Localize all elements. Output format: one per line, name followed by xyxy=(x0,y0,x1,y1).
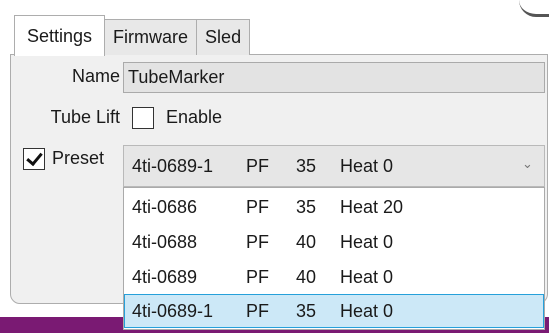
preset-dropdown-list: 4ti-0686 PF 35 Heat 20 4ti-0688 PF 40 He… xyxy=(123,187,545,330)
preset-option[interactable]: 4ti-0689 PF 40 Heat 0 xyxy=(124,260,544,294)
tube-lift-label: Tube Lift xyxy=(50,107,120,127)
preset-selected-num: 35 xyxy=(296,156,317,176)
tab-settings-label: Settings xyxy=(27,26,93,46)
tab-firmware[interactable]: Firmware xyxy=(104,19,198,55)
name-label: Name xyxy=(71,66,120,86)
tab-sled-label: Sled xyxy=(205,27,242,47)
option-type: PF xyxy=(246,197,270,217)
tab-bar: Settings Firmware Sled xyxy=(14,15,251,56)
preset-label: Preset xyxy=(52,148,105,168)
option-type: PF xyxy=(246,267,270,287)
option-num: 35 xyxy=(296,301,317,321)
tab-settings[interactable]: Settings xyxy=(14,15,106,56)
preset-selected-id: 4ti-0689-1 xyxy=(132,156,214,176)
tab-firmware-label: Firmware xyxy=(113,27,189,47)
option-num: 40 xyxy=(296,232,317,252)
option-type: PF xyxy=(246,301,270,321)
option-heat: Heat 0 xyxy=(340,232,394,252)
option-num: 40 xyxy=(296,267,317,287)
preset-combobox[interactable]: 4ti-0689-1 PF 35 Heat 0 ⌄ xyxy=(123,145,545,187)
tube-lift-enable-label: Enable xyxy=(166,107,223,127)
option-type: PF xyxy=(246,232,270,252)
option-id: 4ti-0689 xyxy=(132,267,198,287)
preset-option[interactable]: 4ti-0688 PF 40 Heat 0 xyxy=(124,225,544,259)
preset-option-selected[interactable]: 4ti-0689-1 PF 35 Heat 0 xyxy=(124,294,544,328)
chevron-down-icon[interactable]: ⌄ xyxy=(522,156,533,172)
option-num: 35 xyxy=(296,197,317,217)
option-heat: Heat 20 xyxy=(340,197,404,217)
name-field[interactable]: TubeMarker xyxy=(123,62,545,93)
option-heat: Heat 0 xyxy=(340,267,394,287)
preset-checkbox[interactable] xyxy=(23,148,45,170)
preset-option[interactable]: 4ti-0686 PF 35 Heat 20 xyxy=(124,190,544,224)
option-id: 4ti-0686 xyxy=(132,197,198,217)
preset-selected-heat: Heat 0 xyxy=(340,156,394,176)
preset-selected-type: PF xyxy=(246,156,270,176)
tab-sled[interactable]: Sled xyxy=(196,19,251,55)
window-corner-arc xyxy=(519,0,549,17)
app-window: Settings Firmware Sled Name TubeMarker T… xyxy=(0,0,549,333)
option-heat: Heat 0 xyxy=(340,301,394,321)
tube-lift-enable-checkbox[interactable] xyxy=(132,107,154,129)
option-id: 4ti-0688 xyxy=(132,232,198,252)
option-id: 4ti-0689-1 xyxy=(132,301,214,321)
